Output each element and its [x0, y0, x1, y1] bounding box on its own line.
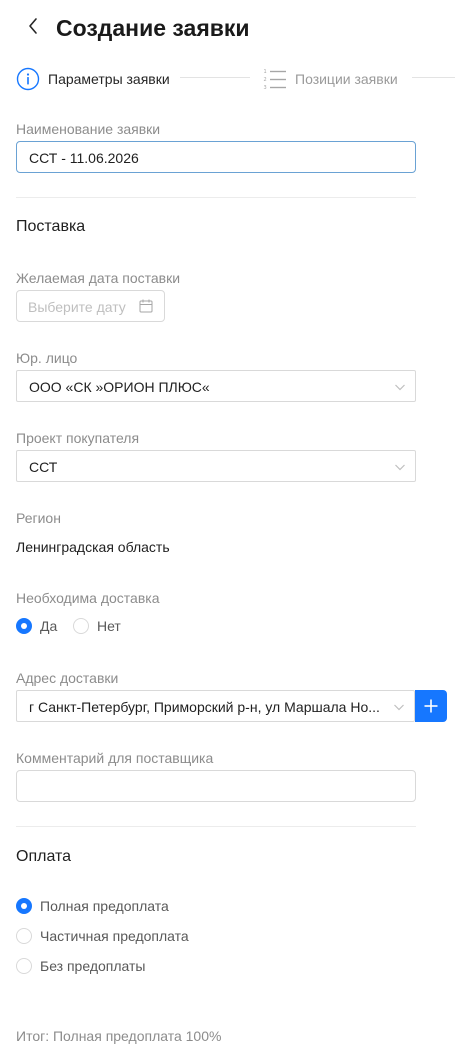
delivery-no-radio[interactable]: Нет: [73, 617, 121, 635]
chevron-down-icon: [394, 704, 404, 711]
step-connector-trailing: [412, 77, 455, 78]
step-connector: [180, 77, 250, 78]
calendar-icon: [139, 299, 153, 313]
step-positions[interactable]: 1 2 3 Позиции заявки: [263, 66, 398, 92]
supplier-comment-label: Комментарий для поставщика: [16, 750, 214, 766]
radio-unchecked-icon: [16, 928, 32, 944]
supplier-comment-input[interactable]: [16, 770, 416, 802]
add-address-button[interactable]: [415, 690, 447, 722]
svg-text:1: 1: [264, 69, 267, 75]
radio-unchecked-icon: [16, 958, 32, 974]
region-value: Ленинградская область: [16, 539, 170, 555]
plus-icon: [424, 699, 438, 713]
svg-text:3: 3: [264, 85, 267, 91]
payment-full-radio[interactable]: Полная предоплата: [16, 897, 169, 915]
delivery-section-title: Поставка: [16, 218, 86, 235]
payment-section-title: Оплата: [16, 848, 72, 865]
payment-partial-radio[interactable]: Частичная предоплата: [16, 927, 189, 945]
page-title: Создание заявки: [56, 15, 250, 41]
region-label: Регион: [16, 510, 61, 526]
payment-total: Итог: Полная предоплата 100%: [16, 1028, 222, 1044]
payment-none-radio[interactable]: Без предоплаты: [16, 957, 145, 975]
delivery-yes-label: Да: [40, 618, 58, 634]
radio-checked-icon: [16, 618, 32, 634]
steps-navigation: Параметры заявки 1 2 3 Позиции заявки: [0, 62, 455, 96]
desired-date-placeholder: Выберите дату: [28, 299, 126, 315]
buyer-project-value: ССТ: [29, 459, 58, 475]
name-input-value: ССТ - 11.06.2026: [29, 150, 139, 166]
delivery-address-select[interactable]: г Санкт-Петербург, Приморский р-н, ул Ма…: [16, 690, 415, 722]
divider: [16, 197, 416, 198]
legal-entity-value: ООО «СК »ОРИОН ПЛЮС«: [29, 379, 210, 395]
payment-partial-label: Частичная предоплата: [40, 928, 189, 944]
svg-text:2: 2: [264, 77, 267, 83]
desired-date-picker[interactable]: Выберите дату: [16, 290, 165, 322]
ordered-list-icon: 1 2 3: [264, 69, 286, 91]
page-header: Создание заявки: [0, 0, 455, 58]
info-circle-icon: [16, 67, 40, 91]
legal-entity-select[interactable]: ООО «СК »ОРИОН ПЛЮС«: [16, 370, 416, 402]
radio-checked-icon: [16, 898, 32, 914]
delivery-no-label: Нет: [97, 618, 121, 634]
delivery-address-label: Адрес доставки: [16, 670, 119, 686]
radio-unchecked-icon: [73, 618, 89, 634]
step-parameters-label: Параметры заявки: [48, 71, 170, 87]
back-arrow-icon[interactable]: [22, 14, 46, 38]
chevron-down-icon: [395, 464, 405, 471]
step-parameters[interactable]: Параметры заявки: [16, 66, 170, 92]
name-input[interactable]: ССТ - 11.06.2026: [16, 141, 416, 173]
delivery-yes-radio[interactable]: Да: [16, 617, 57, 635]
delivery-needed-label: Необходима доставка: [16, 590, 160, 606]
delivery-address-value: г Санкт-Петербург, Приморский р-н, ул Ма…: [29, 699, 380, 715]
step-positions-label: Позиции заявки: [295, 71, 398, 87]
name-label: Наименование заявки: [16, 121, 161, 137]
divider: [16, 826, 416, 827]
payment-none-label: Без предоплаты: [40, 958, 146, 974]
buyer-project-select[interactable]: ССТ: [16, 450, 416, 482]
payment-full-label: Полная предоплата: [40, 898, 169, 914]
chevron-down-icon: [395, 384, 405, 391]
legal-entity-label: Юр. лицо: [16, 350, 78, 366]
buyer-project-label: Проект покупателя: [16, 430, 140, 446]
desired-date-label: Желаемая дата поставки: [16, 270, 181, 286]
